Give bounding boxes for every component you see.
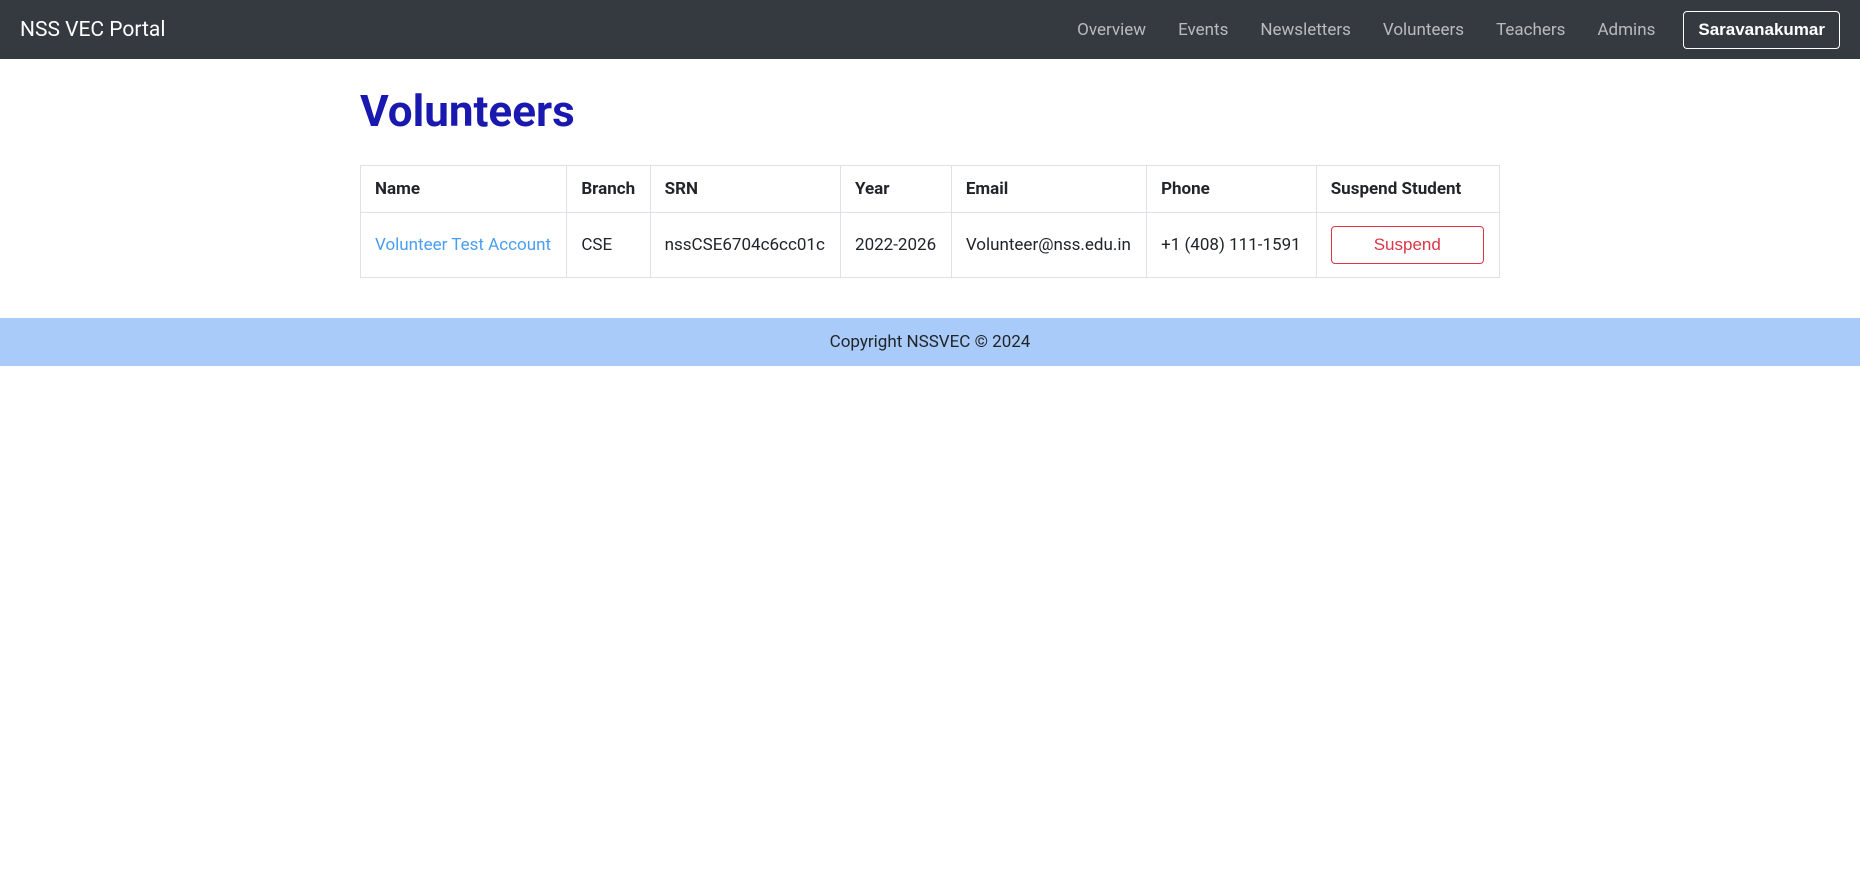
nav-admins[interactable]: Admins xyxy=(1583,12,1669,48)
footer-text: Copyright NSSVEC © 2024 xyxy=(830,332,1031,352)
user-menu-button[interactable]: Saravanakumar xyxy=(1683,11,1840,49)
cell-phone: +1 (408) 111-1591 xyxy=(1147,213,1317,278)
footer: Copyright NSSVEC © 2024 xyxy=(0,318,1860,366)
volunteer-name-link[interactable]: Volunteer Test Account xyxy=(375,235,551,255)
col-name: Name xyxy=(361,166,567,213)
col-email: Email xyxy=(951,166,1146,213)
col-phone: Phone xyxy=(1147,166,1317,213)
col-suspend: Suspend Student xyxy=(1316,166,1499,213)
cell-suspend: Suspend xyxy=(1316,213,1499,278)
table-header-row: Name Branch SRN Year Email Phone Suspend… xyxy=(361,166,1500,213)
nav-overview[interactable]: Overview xyxy=(1063,12,1160,48)
cell-branch: CSE xyxy=(567,213,650,278)
cell-srn: nssCSE6704c6cc01c xyxy=(650,213,840,278)
page-title: Volunteers xyxy=(360,85,1500,137)
col-srn: SRN xyxy=(650,166,840,213)
nav-links: Overview Events Newsletters Volunteers T… xyxy=(1063,11,1840,49)
nav-teachers[interactable]: Teachers xyxy=(1482,12,1579,48)
nav-newsletters[interactable]: Newsletters xyxy=(1246,12,1365,48)
col-year: Year xyxy=(841,166,952,213)
cell-year: 2022-2026 xyxy=(841,213,952,278)
nav-volunteers[interactable]: Volunteers xyxy=(1369,12,1478,48)
cell-email: Volunteer@nss.edu.in xyxy=(951,213,1146,278)
main-container: Volunteers Name Branch SRN Year Email Ph… xyxy=(345,85,1515,278)
col-branch: Branch xyxy=(567,166,650,213)
cell-name: Volunteer Test Account xyxy=(361,213,567,278)
suspend-button[interactable]: Suspend xyxy=(1331,226,1484,264)
brand-link[interactable]: NSS VEC Portal xyxy=(20,18,165,42)
volunteers-table: Name Branch SRN Year Email Phone Suspend… xyxy=(360,165,1500,278)
nav-events[interactable]: Events xyxy=(1164,12,1242,48)
table-row: Volunteer Test Account CSE nssCSE6704c6c… xyxy=(361,213,1500,278)
navbar: NSS VEC Portal Overview Events Newslette… xyxy=(0,0,1860,59)
